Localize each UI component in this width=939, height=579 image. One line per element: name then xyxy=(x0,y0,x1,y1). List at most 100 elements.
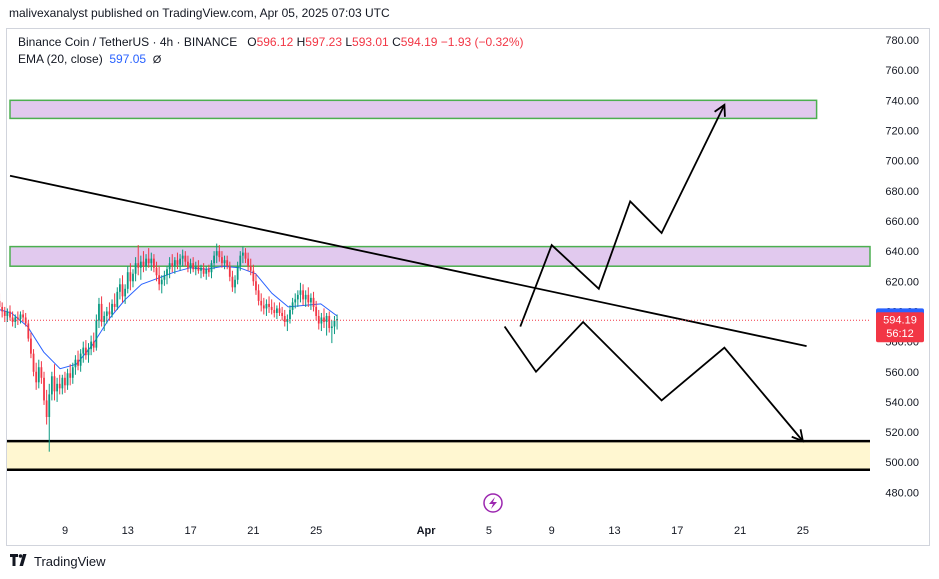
candle xyxy=(66,368,69,390)
candle-body xyxy=(121,284,124,297)
candle-body xyxy=(113,303,116,307)
candle-body xyxy=(252,270,255,282)
candle xyxy=(82,341,85,363)
candle-body xyxy=(124,288,127,297)
symbol-line: Binance Coin / TetherUS · 4h · BINANCE O… xyxy=(18,34,524,51)
footer-brand[interactable]: TradingView xyxy=(10,553,106,569)
candle-body xyxy=(304,294,307,300)
candle-body xyxy=(207,269,210,273)
candle xyxy=(291,297,294,315)
candle-body xyxy=(187,261,189,268)
candle-body xyxy=(71,367,74,378)
ema-label[interactable]: EMA (20, close) xyxy=(18,52,103,66)
y-tick-label: 480.00 xyxy=(885,487,919,499)
bullish-projection xyxy=(519,104,726,327)
candle xyxy=(252,264,255,286)
candle-body xyxy=(126,272,129,289)
candle-body xyxy=(61,377,64,389)
candle-body xyxy=(323,317,325,322)
candle xyxy=(16,311,19,326)
candle xyxy=(132,269,134,288)
symbol-name[interactable]: Binance Coin / TetherUS · 4h · BINANCE xyxy=(18,35,237,49)
candle-body xyxy=(291,302,294,310)
candle-body xyxy=(200,267,202,271)
zones-layer xyxy=(7,99,871,472)
candle-body xyxy=(87,349,90,356)
candle xyxy=(330,320,333,344)
candle xyxy=(116,287,119,310)
candle-body xyxy=(265,303,268,309)
last-countdown-text: 56:12 xyxy=(886,328,914,340)
candle-body xyxy=(98,303,100,321)
candle xyxy=(92,332,95,353)
candle xyxy=(50,371,53,401)
candle-body xyxy=(268,303,270,307)
candle xyxy=(255,273,257,295)
candle xyxy=(328,311,331,333)
candle xyxy=(126,266,129,294)
candle xyxy=(45,389,48,425)
y-tick-label: 500.00 xyxy=(885,457,919,469)
candle-body xyxy=(328,315,331,329)
x-tick-label: 5 xyxy=(486,525,492,537)
candle-body xyxy=(283,315,286,322)
candle-body xyxy=(294,299,297,303)
candle-body xyxy=(108,311,111,315)
candle xyxy=(323,308,325,329)
brand-name: TradingView xyxy=(34,553,106,569)
candle-body xyxy=(69,373,72,378)
chart-legend: Binance Coin / TetherUS · 4h · BINANCE O… xyxy=(18,34,524,69)
candle-body xyxy=(307,294,310,303)
candle xyxy=(77,350,79,371)
candle-body xyxy=(189,263,192,268)
candle xyxy=(35,362,38,390)
candle-body xyxy=(247,258,250,267)
candle xyxy=(95,314,98,351)
candle-body xyxy=(95,320,98,348)
candle-body xyxy=(66,373,69,386)
candle-body xyxy=(16,317,19,319)
x-tick-label: 25 xyxy=(797,525,809,537)
event-flash-icon[interactable] xyxy=(483,493,503,513)
candle xyxy=(61,374,64,395)
candle xyxy=(27,320,30,342)
candles-layer xyxy=(0,243,338,452)
candle-body xyxy=(315,306,318,316)
hide-icon[interactable]: Ø xyxy=(153,54,162,66)
candle xyxy=(64,371,66,393)
candle-body xyxy=(333,320,336,327)
candle-body xyxy=(134,263,137,274)
candle xyxy=(160,275,163,294)
candle xyxy=(53,364,56,401)
ema-layer xyxy=(0,265,338,370)
candle-body xyxy=(105,311,108,316)
y-tick-label: 700.00 xyxy=(885,156,919,168)
candle-body xyxy=(142,261,145,267)
price-chart[interactable]: 780.00 760.00 740.00 720.00 700.00 680.00 660.… xyxy=(0,0,939,579)
y-tick-label: 760.00 xyxy=(885,65,919,77)
high-value: 597.23 xyxy=(305,35,342,49)
candle xyxy=(74,355,77,375)
candle-body xyxy=(221,257,223,264)
tradingview-logo-icon xyxy=(10,553,30,569)
candle-body xyxy=(179,258,181,265)
candle-body xyxy=(239,255,242,267)
candle-body xyxy=(213,255,215,264)
candle-body xyxy=(111,303,113,315)
candle-body xyxy=(210,263,213,273)
candle-body xyxy=(3,311,6,316)
candle-body xyxy=(82,347,85,354)
candle-body xyxy=(296,294,299,300)
candle xyxy=(166,266,168,285)
price-labels: 597.05594.1956:12 xyxy=(876,308,924,343)
candle-body xyxy=(226,260,229,267)
candle xyxy=(310,293,312,310)
candle-body xyxy=(289,309,291,319)
high-label: H xyxy=(296,35,306,49)
candle-body xyxy=(132,273,134,282)
candle xyxy=(30,332,32,359)
last-price-label-text: 594.19 xyxy=(883,315,917,327)
candle-body xyxy=(77,359,79,366)
y-tick-label: 720.00 xyxy=(885,125,919,137)
candle-body xyxy=(228,266,231,277)
